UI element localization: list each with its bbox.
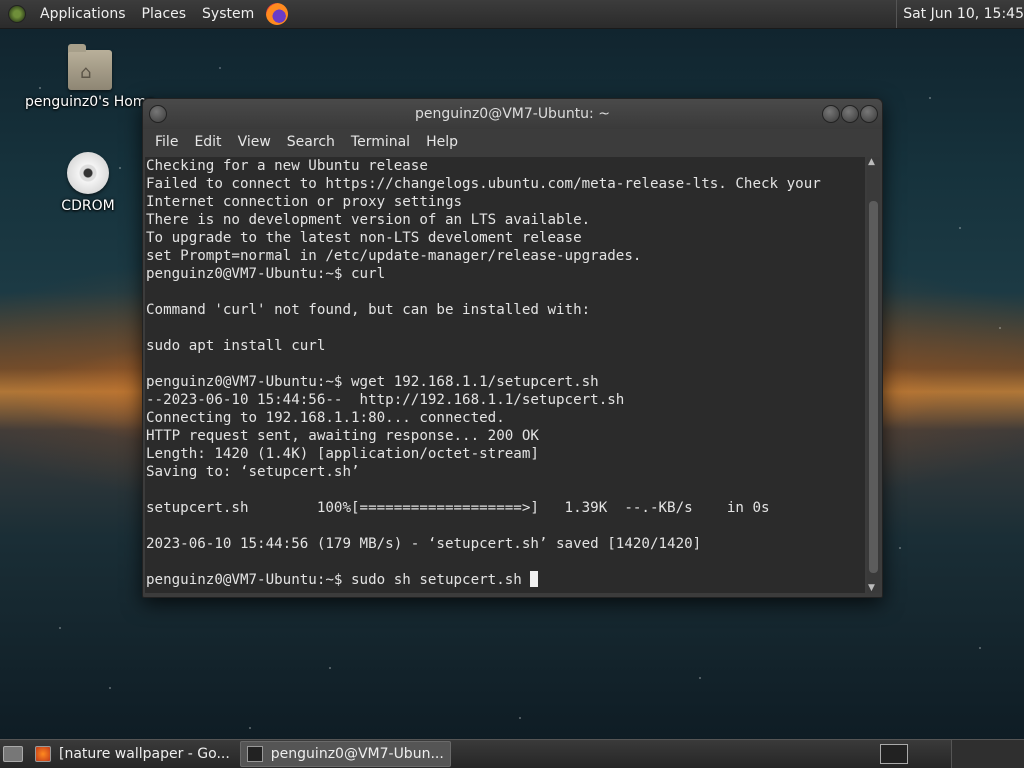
window-menu-button[interactable] [149,105,167,123]
terminal-prompt-line[interactable]: penguinz0@VM7-Ubuntu:~$ sudo sh setupcer… [145,571,865,589]
terminal-line: Failed to connect to https://changelogs.… [146,176,821,192]
terminal-line: To upgrade to the latest non-LTS develom… [146,230,582,246]
window-titlebar[interactable]: penguinz0@VM7-Ubuntu: ~ [143,99,882,129]
cdrom-disc-icon [67,152,109,194]
terminal-output[interactable]: Checking for a new Ubuntu release Failed … [145,157,865,593]
taskbar-item-firefox[interactable]: [nature wallpaper - Go... [29,742,236,766]
terminal-line: penguinz0@VM7-Ubuntu:~$ curl [146,266,386,282]
terminal-line: setupcert.sh 100%[===================>] … [146,500,770,516]
home-folder-icon: ⌂ [68,44,112,90]
firefox-launcher-icon[interactable] [266,3,289,25]
scroll-down-arrow-icon[interactable]: ▼ [868,583,875,593]
terminal-line: set Prompt=normal in /etc/update-manager… [146,248,642,264]
menu-system[interactable]: System [194,0,262,28]
terminal-line: Command 'curl' not found, but can be ins… [146,302,591,318]
home-folder-label: penguinz0's Home [24,94,156,110]
close-button[interactable] [860,105,878,123]
terminal-small-icon [246,746,263,762]
terminal-line: --2023-06-10 15:44:56-- http://192.168.1… [146,392,625,408]
terminal-line: 2023-06-10 15:44:56 (179 MB/s) - ‘setupc… [146,536,702,552]
menu-terminal[interactable]: Terminal [343,134,418,150]
menu-applications[interactable]: Applications [32,0,134,28]
task-label-terminal: penguinz0@VM7-Ubun... [270,746,444,762]
prompt-text: penguinz0@VM7-Ubuntu:~$ sudo sh setupcer… [146,572,531,588]
menu-file[interactable]: File [147,134,186,150]
terminal-line: Checking for a new Ubuntu release [146,158,428,174]
terminal-line: penguinz0@VM7-Ubuntu:~$ wget 192.168.1.1… [146,374,599,390]
workspace-area[interactable] [951,740,1024,768]
terminal-line: sudo apt install curl [146,338,326,354]
terminal-menubar: File Edit View Search Terminal Help [143,129,882,155]
scrollbar-thumb[interactable] [869,201,878,573]
workspace-switcher-icon[interactable] [880,744,908,764]
distro-logo-icon[interactable] [8,5,26,23]
task-label-firefox: [nature wallpaper - Go... [59,746,230,762]
panel-clock[interactable]: Sat Jun 10, 15:45 [896,0,1024,28]
cdrom-label: CDROM [61,198,115,214]
bottom-panel: [nature wallpaper - Go... penguinz0@VM7-… [0,739,1024,768]
terminal-line: Saving to: ‘setupcert.sh’ [146,464,360,480]
desktop-cdrom[interactable]: CDROM [52,152,124,214]
menu-search[interactable]: Search [279,134,343,150]
menu-places[interactable]: Places [134,0,195,28]
menu-edit[interactable]: Edit [186,134,229,150]
terminal-line: Connecting to 192.168.1.1:80... connecte… [146,410,505,426]
top-panel: Applications Places System Sat Jun 10, 1… [0,0,1024,29]
scroll-up-arrow-icon[interactable]: ▲ [868,157,875,167]
show-desktop-icon[interactable] [3,746,23,762]
desktop-home-folder[interactable]: ⌂ penguinz0's Home [20,44,160,110]
text-cursor [530,571,539,587]
menu-help[interactable]: Help [418,134,466,150]
firefox-small-icon [35,746,51,762]
terminal-line: HTTP request sent, awaiting response... … [146,428,539,444]
taskbar-item-terminal[interactable]: penguinz0@VM7-Ubun... [239,741,451,767]
minimize-button[interactable] [822,105,840,123]
maximize-button[interactable] [841,105,859,123]
menu-view[interactable]: View [230,134,279,150]
terminal-scrollbar[interactable]: ▲ ▼ [867,157,880,593]
terminal-line: Length: 1420 (1.4K) [application/octet-s… [146,446,539,462]
terminal-text: Checking for a new Ubuntu release Failed … [145,157,865,571]
window-title: penguinz0@VM7-Ubuntu: ~ [415,106,610,122]
terminal-line: Internet connection or proxy settings [146,194,463,210]
terminal-line: There is no development version of an LT… [146,212,591,228]
terminal-window: penguinz0@VM7-Ubuntu: ~ File Edit View S… [142,98,883,598]
